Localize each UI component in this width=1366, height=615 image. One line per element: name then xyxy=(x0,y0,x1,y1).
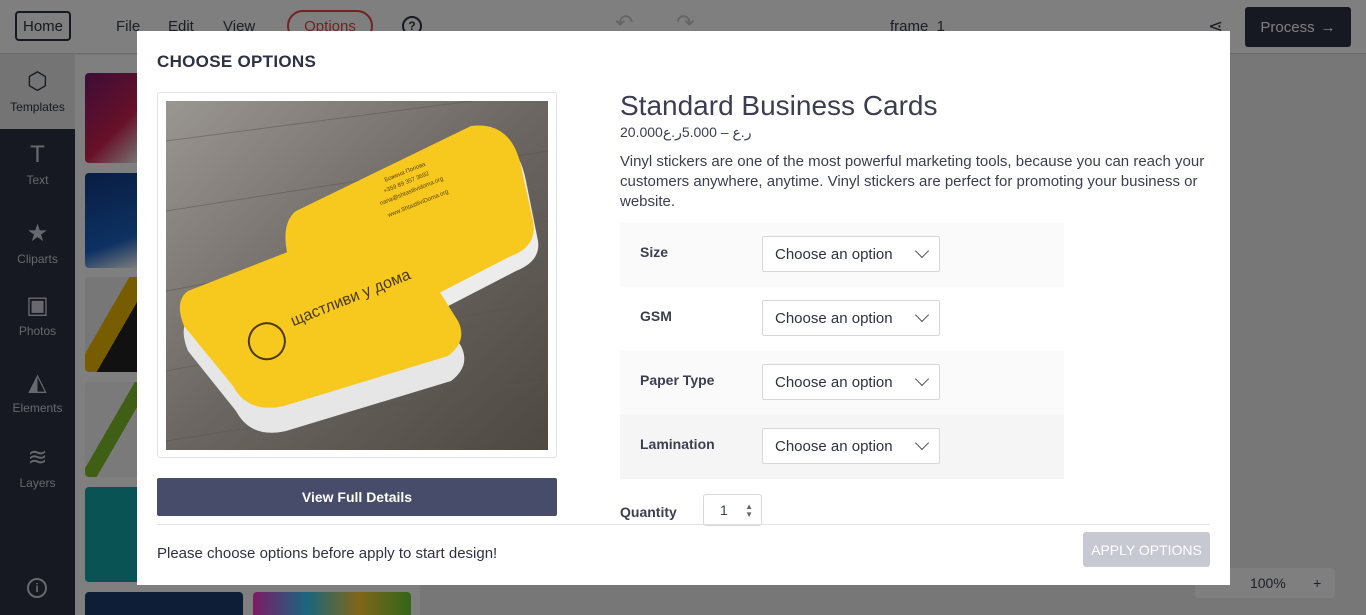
business-cards-photo: щастливи у дома Божена Попова +359 89 35… xyxy=(166,101,548,450)
product-image: щастливи у дома Божена Попова +359 89 35… xyxy=(166,101,548,450)
footer-note: Please choose options before apply to st… xyxy=(157,545,498,562)
select-value: Choose an option xyxy=(775,245,893,263)
price-range: 20.000ر.ع – 5.000ر.ع xyxy=(620,124,752,140)
size-select[interactable]: Choose an option xyxy=(762,236,940,272)
option-row-lamination: Lamination Choose an option xyxy=(620,415,1064,479)
option-label: Size xyxy=(640,244,669,260)
footer-divider xyxy=(157,524,1210,525)
view-full-details-button[interactable]: View Full Details xyxy=(157,478,557,516)
choose-options-modal: CHOOSE OPTIONS щастливи у дома Божена По… xyxy=(137,31,1230,585)
modal-title: CHOOSE OPTIONS xyxy=(157,52,317,71)
option-label: Lamination xyxy=(640,436,715,452)
option-label: Paper Type xyxy=(640,372,715,388)
chevron-down-icon xyxy=(914,435,930,451)
product-image-frame: щастливи у дома Божена Попова +359 89 35… xyxy=(157,92,557,458)
product-description: Vinyl stickers are one of the most power… xyxy=(620,153,1205,210)
quantity-value: 1 xyxy=(720,502,728,518)
paper-type-select[interactable]: Choose an option xyxy=(762,364,940,400)
product-title: Standard Business Cards xyxy=(620,90,938,121)
lamination-select[interactable]: Choose an option xyxy=(762,428,940,464)
chevron-down-icon xyxy=(914,243,930,259)
select-value: Choose an option xyxy=(775,309,893,327)
option-row-size: Size Choose an option xyxy=(620,223,1064,287)
quantity-label: Quantity xyxy=(620,504,677,520)
chevron-down-icon xyxy=(914,307,930,323)
option-row-gsm: GSM Choose an option xyxy=(620,287,1064,351)
select-value: Choose an option xyxy=(775,437,893,455)
chevron-down-icon xyxy=(914,371,930,387)
option-label: GSM xyxy=(640,308,672,324)
quantity-stepper[interactable]: 1 ▲ ▼ xyxy=(703,494,762,526)
option-row-paper-type: Paper Type Choose an option xyxy=(620,351,1064,415)
stepper-arrows-icon[interactable]: ▲ ▼ xyxy=(745,503,753,519)
select-value: Choose an option xyxy=(775,373,893,391)
apply-options-button[interactable]: APPLY OPTIONS xyxy=(1083,532,1210,567)
gsm-select[interactable]: Choose an option xyxy=(762,300,940,336)
